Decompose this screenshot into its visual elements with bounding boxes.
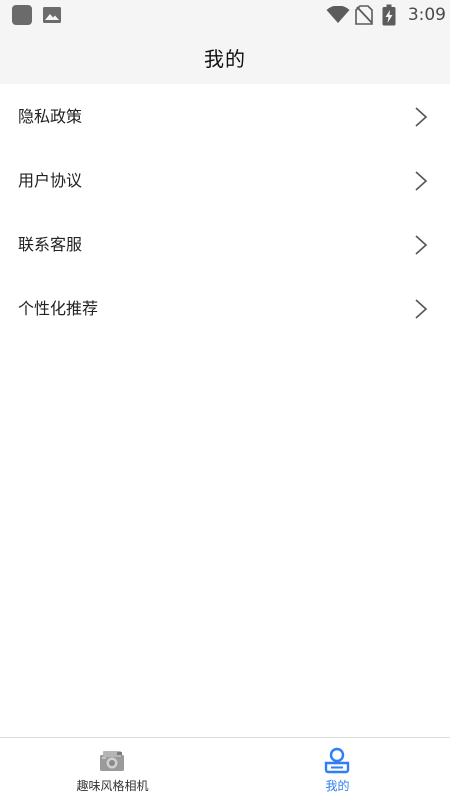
chevron-right-icon (415, 171, 428, 191)
status-bar: 3:09 (0, 0, 450, 30)
battery-charging-icon (382, 4, 396, 26)
menu-item-label: 个性化推荐 (18, 299, 99, 318)
chevron-right-icon (415, 107, 428, 127)
page-title: 我的 (204, 46, 246, 71)
menu-item-label: 用户协议 (18, 171, 83, 190)
title-bar: 我的 (0, 30, 450, 84)
settings-menu: 隐私政策 用户协议 联系客服 个性化推荐 (0, 85, 450, 341)
menu-item-label: 联系客服 (18, 235, 83, 254)
bottom-nav: 趣味风格相机 我的 (0, 737, 450, 800)
app-screen: 3:09 我的 隐私政策 用户协议 联系客服 个性化推荐 趣味风格相机 我的 (0, 0, 450, 800)
menu-item-label: 隐私政策 (18, 107, 83, 126)
no-sim-icon (355, 5, 373, 25)
menu-item-personalized-recommendation[interactable]: 个性化推荐 (0, 277, 450, 341)
menu-item-user-agreement[interactable]: 用户协议 (0, 149, 450, 213)
wifi-icon (326, 6, 350, 23)
tab-mine[interactable]: 我的 (225, 738, 450, 800)
chevron-right-icon (415, 235, 428, 255)
app-icon (12, 5, 32, 25)
camera-icon (100, 751, 124, 771)
tab-label: 趣味风格相机 (76, 779, 149, 793)
chevron-right-icon (415, 299, 428, 319)
user-icon (324, 747, 350, 774)
menu-item-privacy-policy[interactable]: 隐私政策 (0, 85, 450, 149)
status-time: 3:09 (407, 5, 446, 25)
tab-fun-style-camera[interactable]: 趣味风格相机 (0, 738, 225, 800)
menu-item-contact-support[interactable]: 联系客服 (0, 213, 450, 277)
tab-label: 我的 (325, 779, 350, 793)
image-icon (43, 7, 61, 23)
